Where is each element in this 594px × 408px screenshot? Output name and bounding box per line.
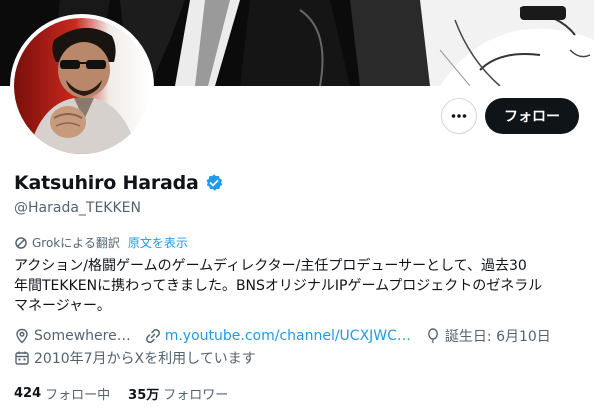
translation-label: Grokによる翻訳 <box>32 236 120 250</box>
display-name: Katsuhiro Harada <box>14 172 199 194</box>
bio-line: 年間TEKKENに携わってきました。BNSオリジナルIPゲームプロジェクトのゼネ… <box>14 278 543 294</box>
website[interactable]: m.youtube.com/channel/UCXJWC… <box>145 328 411 344</box>
followers-count: 35万 <box>128 388 160 403</box>
avatar[interactable] <box>10 14 154 158</box>
birthday-text: 誕生日: 6月10日 <box>444 329 551 345</box>
grok-icon <box>15 236 27 249</box>
website-link[interactable]: m.youtube.com/channel/UCXJWC… <box>165 328 411 344</box>
more-icon <box>451 114 467 118</box>
location-icon <box>16 328 28 344</box>
birthday: 誕生日: 6月10日 <box>425 326 551 346</box>
translation-row: Grokによる翻訳 原文を表示 <box>14 234 188 251</box>
calendar-icon <box>15 351 29 365</box>
following-count: 424 <box>14 386 42 401</box>
following-count-link[interactable]: 424 フォロー中 <box>14 384 110 403</box>
more-button[interactable] <box>441 98 477 134</box>
balloon-icon <box>428 328 438 344</box>
link-icon <box>145 329 160 343</box>
joined-date: 2010年7月からXを利用しています <box>14 348 256 368</box>
profile-page: フォロー Katsuhiro Harada @Harada_TEKKEN Gro… <box>0 0 594 408</box>
location: Somewhere… <box>14 328 131 344</box>
handle: @Harada_TEKKEN <box>14 200 141 216</box>
follow-counts: 424 フォロー中 35万 フォロワー <box>14 384 246 403</box>
bio: アクション/格闘ゲームのゲームディレクター/主任プロデューサーとして、過去30 … <box>14 256 580 316</box>
bio-line: アクション/格闘ゲームのゲームディレクター/主任プロデューサーとして、過去30 <box>14 258 527 274</box>
followers-count-link[interactable]: 35万 フォロワー <box>128 384 228 403</box>
show-original-link[interactable]: 原文を表示 <box>128 234 188 251</box>
bio-line: マネージャー。 <box>14 298 111 314</box>
follow-button[interactable]: フォロー <box>485 98 579 134</box>
joined-text: 2010年7月からXを利用しています <box>34 351 256 367</box>
location-text: Somewhere… <box>34 328 131 344</box>
verified-badge-icon[interactable] <box>204 173 224 193</box>
joined-row: 2010年7月からXを利用しています <box>14 348 270 368</box>
followers-label: フォロワー <box>163 388 229 403</box>
follow-button-label: フォロー <box>504 109 560 125</box>
following-label: フォロー中 <box>45 388 111 403</box>
display-name-row: Katsuhiro Harada <box>14 172 224 194</box>
profile-meta-row: Somewhere… m.youtube.com/channel/UCXJWC…… <box>14 326 565 346</box>
